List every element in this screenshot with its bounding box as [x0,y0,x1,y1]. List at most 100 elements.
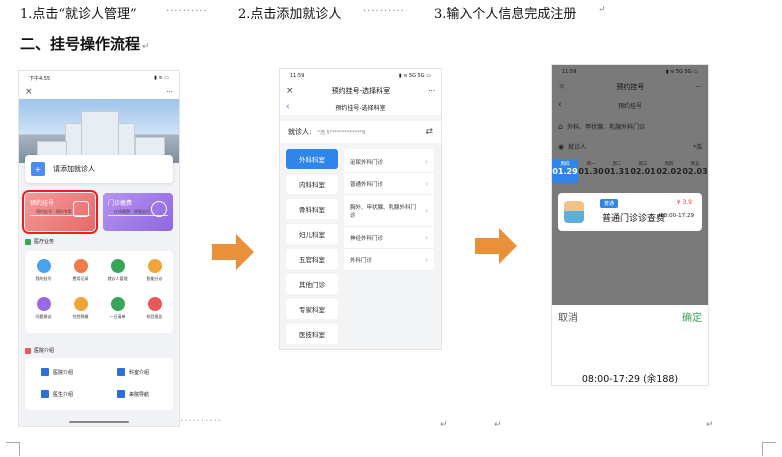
chevron-right-icon: › [425,233,428,242]
department-item[interactable]: 骨科科室 [286,199,338,219]
doctor-avatar [564,201,584,223]
picker-actions: 取消 确定 [552,305,708,327]
date-tab[interactable]: 周三 02.01 [630,159,656,183]
service-item[interactable]: 检验报告 [136,297,173,320]
payment-card[interactable]: 门诊缴费 在线缴费 · 便捷支付 [103,193,173,231]
step-2: 2.点击添加就诊人 [238,7,342,22]
date-strip: 周四 01.29 周一 01.30 周二 01.31 周三 02.01 周四 02.02 周五 02.… [552,159,708,183]
section-heading: 二、挂号操作流程 ↵ [20,33,150,54]
service-item[interactable]: 一日清单 [99,297,136,320]
arrow-right-icon [212,234,254,270]
sub-department-item[interactable]: 神经外科门诊 › [344,227,434,249]
grid-icon [25,238,31,245]
date-label: 02.03 [682,167,708,176]
service-item[interactable]: 住院预缴 [62,297,99,320]
nav-bar: × 预约挂号-选择科室 ··· [280,83,441,99]
back-icon[interactable]: ‹ [558,100,562,110]
department-list: 外科科室内科科室骨科科室妇儿科室五官科室其他门诊专家科室医技科室 [286,149,338,349]
department-item[interactable]: 五官科室 [286,249,338,269]
add-patient-card[interactable]: + 请添加就诊人 [25,155,173,183]
step-1: 1.点击“就诊人管理” [20,7,137,22]
department-icon [117,368,125,376]
service-label: 智能分诊 [146,276,163,281]
hospital-icon [25,347,31,354]
service-card[interactable]: 普通 ¥ 3.9 普通门诊诊查费 08:00-17:29 [558,193,702,231]
service-icon [36,259,51,273]
patient-value: *浩 5*************9 [317,129,366,136]
nav-title: 预约挂号-选择科室 [331,87,391,95]
confirm-button[interactable]: 确定 [682,309,702,324]
nav-bar: × 预约挂号 ··· [552,79,708,95]
department-item[interactable]: 外科科室 [286,149,338,169]
service-item[interactable]: 就诊人管理 [99,259,136,282]
department-item[interactable]: 其他门诊 [286,274,338,294]
sub-department-item[interactable]: 外科门诊 › [344,249,434,271]
date-tab[interactable]: 周四 01.29 [552,159,578,183]
status-bar: 11:59 ▮ ≋ 5G 5G ▭ [552,65,708,79]
switch-icon[interactable]: ⇄ [425,127,433,137]
department-item[interactable]: 专家科室 [286,299,338,319]
department-item[interactable]: 内科科室 [286,174,338,194]
intro-item[interactable]: 来院导航 [117,390,149,398]
department-item[interactable]: 妇儿科室 [286,224,338,244]
date-label: 01.29 [552,167,578,176]
date-tab[interactable]: 周四 02.02 [656,159,682,183]
heading-text: 二、挂号操作流程 [20,35,141,53]
calendar-icon [73,201,89,217]
phone-screenshot-timeslot: 11:59 ▮ ≋ 5G 5G ▭ × 预约挂号 ··· ‹ 预约挂号 ⌂ 外科… [552,65,708,385]
status-time: 11:59 [562,69,577,75]
department-item[interactable]: 医技科室 [286,324,338,344]
paragraph-mark: ↵ [440,420,448,430]
close-icon[interactable]: × [25,87,33,97]
paragraph-mark: ↵ [706,420,714,430]
time-slot-option[interactable]: 08:00-17:29 (余188) [552,371,708,385]
status-icons: ▮ ≋ ▭ [154,75,169,81]
chevron-right-icon: › [425,157,428,166]
home-indicator [69,421,129,423]
date-tab[interactable]: 周一 01.30 [578,159,604,183]
service-icon [147,297,162,311]
chevron-right-icon: › [425,179,428,188]
patient-row: ◉ 就诊人 *浩 [552,137,708,155]
date-tab[interactable]: 周二 01.31 [604,159,630,183]
service-icon [73,259,88,273]
intro-panel: 医院介绍 科室介绍 医生介绍 来院导航 [25,358,173,410]
dot-leader: ·········· [166,6,208,17]
intro-item[interactable]: 医院介绍 [41,368,73,376]
close-icon[interactable]: × [558,82,566,92]
more-icon[interactable]: ··· [428,87,435,95]
intro-item[interactable]: 科室介绍 [117,368,149,376]
sub-department-item[interactable]: 胸外、甲状腺、乳腺外科门诊 › [344,195,434,227]
more-icon[interactable]: ··· [166,88,173,96]
add-patient-label: 请添加就诊人 [53,165,95,173]
step-instructions: 1.点击“就诊人管理” ·········· 2.点击添加就诊人 ·······… [20,3,780,23]
close-icon[interactable]: × [286,86,294,96]
patient-row: 就诊人: *浩 5*************9 ⇄ [280,121,441,143]
sub-department-item[interactable]: 泌尿外科门诊 › [344,151,434,173]
cancel-button[interactable]: 取消 [558,309,578,324]
sub-nav: ‹ 预约挂号 [552,95,708,115]
service-item[interactable]: 问题建议 [25,297,62,320]
status-icons: ▮ ≋ 5G 5G ▭ [398,73,431,79]
more-icon[interactable]: ··· [695,83,702,91]
intro-label: 医生介绍 [53,391,74,398]
service-name: 普通门诊诊查费 [602,214,666,224]
sub-nav: ‹ 预约挂号-选择科室 [280,99,441,115]
intro-item[interactable]: 医生介绍 [41,390,73,398]
sub-title: 预约挂号-选择科室 [335,104,386,112]
sub-department-label: 泌尿外科门诊 [350,159,384,166]
home-icon: ⌂ [558,121,564,131]
sub-department-item[interactable]: 普通外科门诊 › [344,173,434,195]
service-item[interactable]: 费用记录 [62,259,99,282]
service-item[interactable]: 智能分诊 [136,259,173,282]
date-tab[interactable]: 周五 02.03 [682,159,708,183]
appointment-card[interactable]: 预约挂号 预约挂号 · 预约专家 [22,190,98,234]
dept-name: 外科、甲状腺、乳腺外科门诊 [567,123,646,131]
service-item[interactable]: 我的挂号 [25,259,62,282]
back-icon[interactable]: ‹ [286,102,290,112]
status-bar: 下午4:55 ▮ ≋ ▭ [19,71,179,85]
service-label: 检验报告 [146,314,163,319]
chevron-right-icon: › [425,206,428,215]
navigation-icon [117,390,125,398]
step-3: 3.输入个人信息完成注册 [434,7,577,22]
